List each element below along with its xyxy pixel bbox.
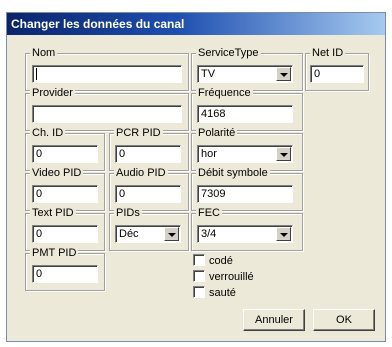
chevron-down-icon[interactable] xyxy=(276,67,291,81)
frequence-input[interactable]: 4168 xyxy=(197,105,293,123)
verrouille-checkbox[interactable] xyxy=(193,270,205,282)
label-provider: Provider xyxy=(30,86,75,100)
service-type-select[interactable]: TV xyxy=(197,65,293,83)
cancel-button[interactable]: Annuler xyxy=(243,309,305,331)
label-pmt-pid: PMT PID xyxy=(30,246,79,260)
label-debit-symbole: Débit symbole xyxy=(196,166,270,180)
window-title: Changer les données du canal xyxy=(7,13,385,35)
label-frequence: Fréquence xyxy=(196,86,253,100)
text-caret xyxy=(36,68,37,81)
chevron-down-icon[interactable] xyxy=(276,147,291,161)
label-pcr-pid: PCR PID xyxy=(114,126,163,140)
provider-input[interactable] xyxy=(32,105,182,123)
audio-pid-input[interactable]: 0 xyxy=(115,185,181,203)
code-checkbox[interactable] xyxy=(193,254,205,266)
label-pids: PIDs xyxy=(114,206,142,220)
pids-value: Déc xyxy=(119,228,139,240)
pcr-pid-input[interactable]: 0 xyxy=(115,145,181,163)
label-net-id: Net ID xyxy=(310,46,346,60)
label-text-pid: Text PID xyxy=(30,206,76,220)
saute-checkbox[interactable] xyxy=(193,286,205,298)
label-fec: FEC xyxy=(196,206,222,220)
label-service-type: ServiceType xyxy=(196,46,261,60)
service-type-value: TV xyxy=(201,68,216,80)
label-ch-id: Ch. ID xyxy=(30,126,66,140)
ok-button[interactable]: OK xyxy=(313,309,375,331)
fec-value: 3/4 xyxy=(201,228,217,240)
chevron-down-icon[interactable] xyxy=(164,227,179,241)
code-label: codé xyxy=(209,255,233,267)
video-pid-input[interactable]: 0 xyxy=(32,185,98,203)
verrouille-label: verrouillé xyxy=(209,271,254,283)
polarite-select[interactable]: hor xyxy=(197,145,293,163)
debit-symbole-input[interactable]: 7309 xyxy=(197,185,293,203)
text-pid-input[interactable]: 0 xyxy=(32,225,98,243)
saute-label: sauté xyxy=(209,287,236,299)
polarite-value: hor xyxy=(201,148,217,160)
ch-id-input[interactable]: 0 xyxy=(32,145,98,163)
label-video-pid: Video PID xyxy=(30,166,84,180)
pmt-pid-input[interactable]: 0 xyxy=(32,265,98,283)
pids-select[interactable]: Déc xyxy=(115,225,181,243)
label-audio-pid: Audio PID xyxy=(114,166,168,180)
dialog-window: Changer les données du canal Nom Service… xyxy=(6,12,386,342)
label-nom: Nom xyxy=(30,46,58,60)
chevron-down-icon[interactable] xyxy=(276,227,291,241)
nom-input[interactable] xyxy=(32,65,182,83)
label-polarite: Polarité xyxy=(196,126,238,140)
net-id-input[interactable]: 0 xyxy=(310,65,364,83)
fec-select[interactable]: 3/4 xyxy=(197,225,293,243)
